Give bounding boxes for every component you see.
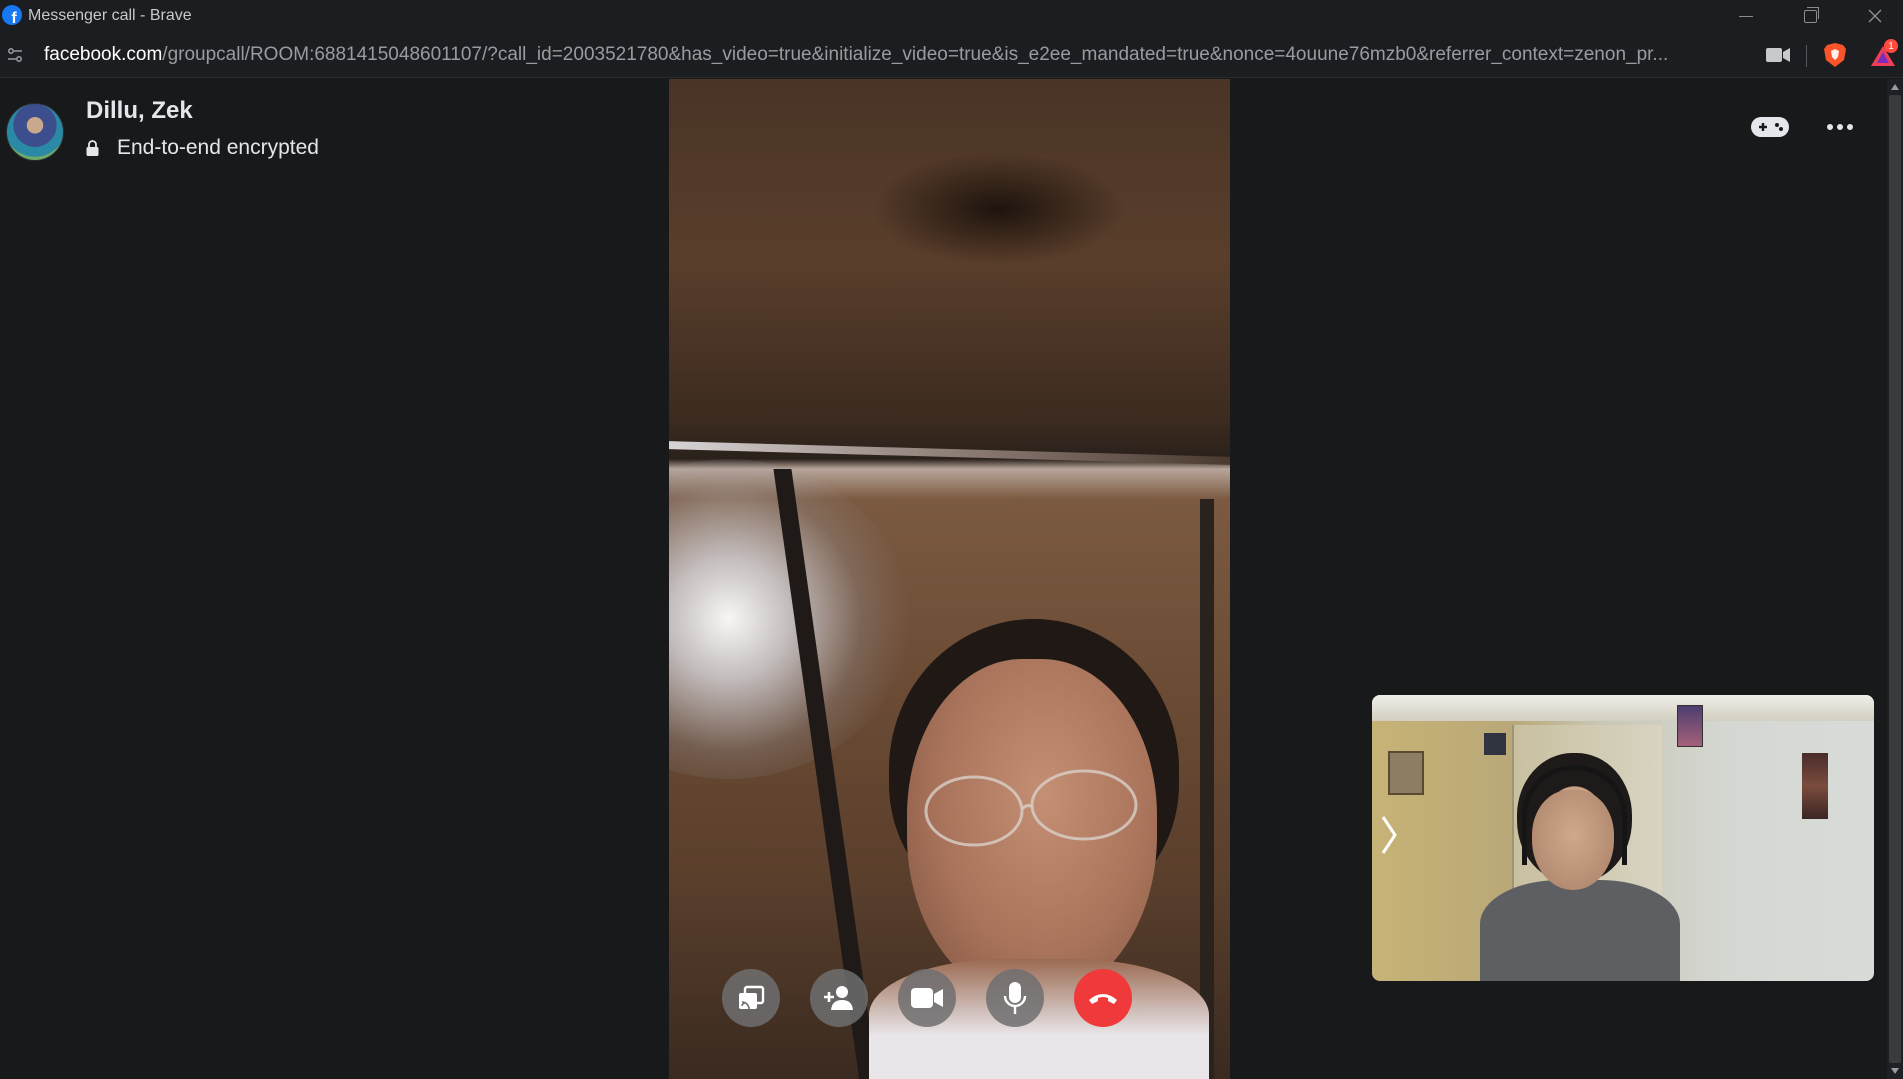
browser-window: f Messenger call - Brave facebook.com/gr… (0, 0, 1903, 1079)
self-video-ceiling (1372, 695, 1874, 721)
url-domain: facebook.com (44, 44, 163, 65)
brave-shields-icon[interactable] (1823, 42, 1847, 68)
camera-icon[interactable] (1766, 47, 1790, 63)
url-field[interactable]: facebook.com/groupcall/ROOM:688141504860… (44, 44, 1754, 66)
self-video[interactable] (1372, 695, 1874, 981)
video-pole-right (1200, 499, 1214, 1079)
call-view: Dillu, Zek End-to-end encrypted (0, 79, 1887, 1079)
participant-name: Dillu, Zek (86, 97, 193, 124)
games-icon (1751, 117, 1789, 137)
self-video-headset (1522, 765, 1627, 865)
close-icon (1868, 9, 1882, 23)
share-screen-icon (739, 985, 765, 1010)
toolbar-separator (1806, 45, 1807, 67)
end-call-icon (1089, 994, 1117, 1004)
add-people-button[interactable] (810, 969, 868, 1027)
address-bar: facebook.com/groupcall/ROOM:688141504860… (0, 32, 1903, 78)
end-call-button[interactable] (1074, 969, 1132, 1027)
microphone-icon (1003, 982, 1027, 1014)
window-title: Messenger call - Brave (28, 7, 192, 24)
title-bar: f Messenger call - Brave (0, 0, 1903, 32)
video-toggle-button[interactable] (898, 969, 956, 1027)
remote-video (669, 79, 1230, 1079)
facebook-icon: f (2, 5, 22, 25)
more-options-icon (1827, 124, 1853, 130)
url-path: /groupcall/ROOM:6881415048601107/?call_i… (162, 44, 1669, 65)
microphone-button[interactable] (986, 969, 1044, 1027)
self-video-poster-small (1484, 733, 1506, 755)
self-video-person-body (1480, 880, 1680, 981)
games-button[interactable] (1748, 105, 1792, 149)
restore-icon (1803, 6, 1819, 23)
lock-icon (86, 140, 99, 156)
self-video-poster (1677, 705, 1703, 747)
call-controls (722, 969, 1132, 1029)
more-options-button[interactable] (1818, 105, 1862, 149)
avatar[interactable] (6, 103, 64, 161)
scroll-thumb[interactable] (1889, 95, 1901, 1063)
scrollbar[interactable] (1887, 79, 1903, 1079)
restore-button[interactable] (1779, 0, 1841, 32)
video-person-glasses (924, 769, 1138, 847)
collapse-self-view-icon[interactable] (1380, 815, 1398, 855)
encryption-status: End-to-end encrypted (117, 136, 319, 159)
rewards-badge: 1 (1884, 39, 1898, 53)
scroll-down-icon[interactable] (1890, 1066, 1900, 1076)
self-video-frame (1388, 751, 1424, 795)
video-camera-icon (911, 988, 943, 1008)
minimize-button[interactable] (1715, 0, 1777, 32)
close-window-button[interactable] (1844, 0, 1903, 32)
share-screen-button[interactable] (722, 969, 780, 1027)
add-person-icon (824, 986, 853, 1010)
minimize-icon (1739, 15, 1753, 17)
site-info-icon[interactable] (6, 46, 24, 64)
self-video-wall-hanging (1802, 753, 1828, 819)
scroll-up-icon[interactable] (1890, 82, 1900, 92)
